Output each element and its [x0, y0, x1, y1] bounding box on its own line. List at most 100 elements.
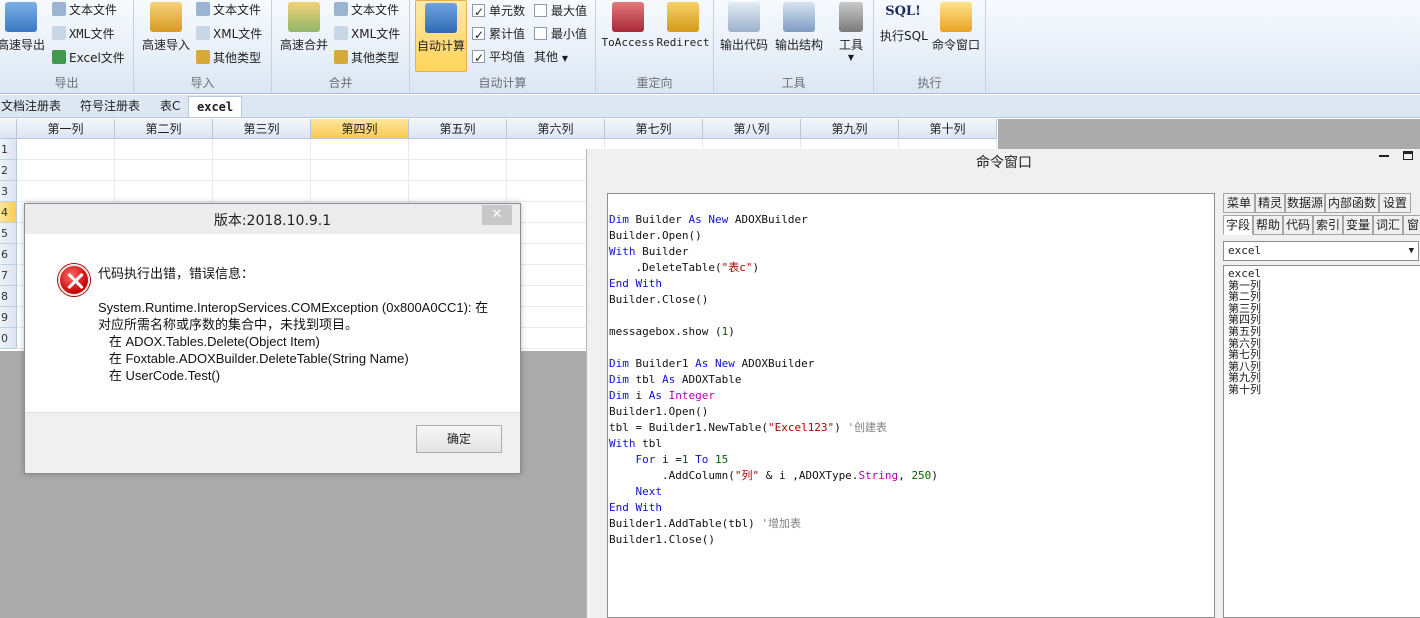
merge-other-button[interactable]: 其他类型	[334, 48, 399, 68]
minimize-icon[interactable]	[1379, 155, 1389, 157]
code-line: Next	[635, 485, 663, 498]
side-tab[interactable]: 窗口	[1403, 215, 1420, 235]
merge-group-label: 合并	[328, 76, 353, 90]
maximize-icon[interactable]	[1403, 151, 1413, 160]
dropdown-arrow-icon: ▼	[847, 53, 855, 62]
row-header[interactable]: 6	[0, 244, 17, 265]
tab-excel[interactable]: excel	[188, 96, 243, 117]
column-header[interactable]: 第七列	[605, 119, 703, 139]
tab-table-c[interactable]: 表C	[160, 96, 180, 117]
row-header[interactable]: 1	[0, 139, 17, 160]
code-line: messagebox.show (1)	[609, 325, 735, 338]
export-group-label: 导出	[54, 76, 79, 90]
tab-doc-registry[interactable]: 文档注册表	[1, 96, 61, 117]
column-header[interactable]: 第三列	[213, 119, 311, 139]
side-tab[interactable]: 帮助	[1253, 215, 1283, 235]
code-line: Builder.Close()	[609, 293, 709, 306]
code-line: Dim i As Integer	[609, 389, 715, 402]
merge-text-button[interactable]: 文本文件	[334, 0, 399, 20]
column-header[interactable]: 第八列	[703, 119, 801, 139]
execute-sql-button[interactable]: SQL! 执行SQL	[880, 0, 928, 72]
row-header[interactable]: 2	[0, 160, 17, 181]
tools-dropdown-button[interactable]: 工具 ▼	[832, 0, 870, 72]
other-type-icon	[196, 50, 210, 64]
row-header[interactable]: 0	[0, 328, 17, 349]
dialog-footer: 确定	[25, 412, 520, 473]
side-tab[interactable]: 菜单	[1223, 193, 1255, 213]
other-dropdown[interactable]: 其他 ▼	[534, 47, 568, 67]
field-list-item[interactable]: excel	[1228, 268, 1416, 280]
column-header[interactable]: 第二列	[115, 119, 213, 139]
command-window-button[interactable]: 命令窗口	[929, 0, 983, 72]
side-tab[interactable]: 变量	[1343, 215, 1373, 235]
close-icon[interactable]: ✕	[482, 205, 512, 225]
row-header[interactable]: 9	[0, 307, 17, 328]
dropdown-arrow-icon: ▼	[561, 54, 568, 63]
table-select[interactable]: excel ▼	[1223, 241, 1419, 261]
row-header[interactable]: 3	[0, 181, 17, 202]
ribbon-toolbar: 高速导出 文本文件 XML文件 Excel文件 导出 高速导入 文本文件 XML…	[0, 0, 1420, 94]
check-sum[interactable]: 累计值	[472, 24, 525, 45]
row-header[interactable]: 5	[0, 223, 17, 244]
column-header[interactable]: 第五列	[409, 119, 507, 139]
structure-icon	[783, 2, 815, 32]
column-header[interactable]: 第九列	[801, 119, 899, 139]
check-cell-count[interactable]: 单元数	[472, 1, 525, 22]
merge-group: 高速合并 文本文件 XML文件 其他类型 合并	[272, 0, 410, 94]
chevron-down-icon: ▼	[1408, 246, 1414, 256]
output-structure-button[interactable]: 输出结构	[772, 0, 826, 72]
dialog-body: 代码执行出错，错误信息： System.Runtime.InteropServi…	[33, 234, 512, 412]
export-excel-button[interactable]: Excel文件	[52, 48, 125, 68]
excel-file-icon	[52, 50, 66, 64]
export-xml-button[interactable]: XML文件	[52, 24, 115, 44]
grid-corner[interactable]	[0, 119, 17, 139]
field-list[interactable]: excel 第一列 第二列 第三列 第四列 第五列 第六列 第七列 第八列 第九列 第十列	[1223, 265, 1420, 618]
check-min[interactable]: 最小值	[534, 24, 587, 44]
side-tab[interactable]: 数据源	[1285, 193, 1325, 213]
autocalc-group: 自动计算 单元数 累计值 平均值 最大值 最小值 其他 ▼ 自动计算	[410, 0, 596, 94]
column-header[interactable]: 第四列	[311, 119, 409, 139]
merge-xml-button[interactable]: XML文件	[334, 24, 400, 44]
row-header[interactable]: 7	[0, 265, 17, 286]
column-header[interactable]: 第十列	[899, 119, 997, 139]
row-header[interactable]: 4	[0, 202, 17, 223]
check-average[interactable]: 平均值	[472, 47, 525, 68]
command-window-icon	[940, 2, 972, 32]
column-header[interactable]: 第一列	[17, 119, 115, 139]
error-line: 在 UserCode.Test()	[98, 368, 221, 383]
export-text-button[interactable]: 文本文件	[52, 0, 117, 20]
fast-merge-button[interactable]: 高速合并	[276, 0, 332, 72]
fast-import-button[interactable]: 高速导入	[138, 0, 194, 72]
side-tab[interactable]: 代码	[1283, 215, 1313, 235]
side-tab[interactable]: 字段	[1223, 215, 1253, 235]
fast-export-button[interactable]: 高速导出	[0, 0, 48, 72]
side-tab[interactable]: 内部函数	[1325, 193, 1379, 213]
import-other-button[interactable]: 其他类型	[196, 48, 261, 68]
execute-group: SQL! 执行SQL 命令窗口 执行	[874, 0, 986, 94]
field-list-item[interactable]: 第七列	[1228, 349, 1416, 361]
access-icon	[612, 2, 644, 32]
output-code-button[interactable]: 输出代码	[718, 0, 770, 72]
to-access-button[interactable]: ToAccess	[601, 0, 655, 72]
side-tab[interactable]: 词汇	[1373, 215, 1403, 235]
tab-symbol-registry[interactable]: 符号注册表	[80, 96, 140, 117]
field-list-item[interactable]: 第十列	[1228, 384, 1416, 396]
code-line: Dim Builder1 As New ADOXBuilder	[609, 357, 815, 370]
ok-button[interactable]: 确定	[416, 425, 502, 453]
code-editor[interactable]: Dim Builder As New ADOXBuilder Builder.O…	[607, 193, 1215, 618]
field-list-item[interactable]: 第五列	[1228, 326, 1416, 338]
side-tab[interactable]: 设置	[1379, 193, 1411, 213]
redirect-group: ToAccess Redirect 重定向	[596, 0, 714, 94]
import-group-label: 导入	[190, 76, 215, 90]
side-tab[interactable]: 精灵	[1255, 193, 1285, 213]
import-xml-button[interactable]: XML文件	[196, 24, 262, 44]
import-text-button[interactable]: 文本文件	[196, 0, 261, 20]
checkbox-icon	[534, 27, 547, 40]
auto-calc-button[interactable]: 自动计算	[415, 0, 467, 72]
check-max[interactable]: 最大值	[534, 1, 587, 21]
error-dialog: 版本:2018.10.9.1 ✕ 代码执行出错，错误信息： System.Run…	[24, 203, 521, 474]
redirect-button[interactable]: Redirect	[656, 0, 710, 72]
row-header[interactable]: 8	[0, 286, 17, 307]
side-tab[interactable]: 索引	[1313, 215, 1343, 235]
column-header[interactable]: 第六列	[507, 119, 605, 139]
